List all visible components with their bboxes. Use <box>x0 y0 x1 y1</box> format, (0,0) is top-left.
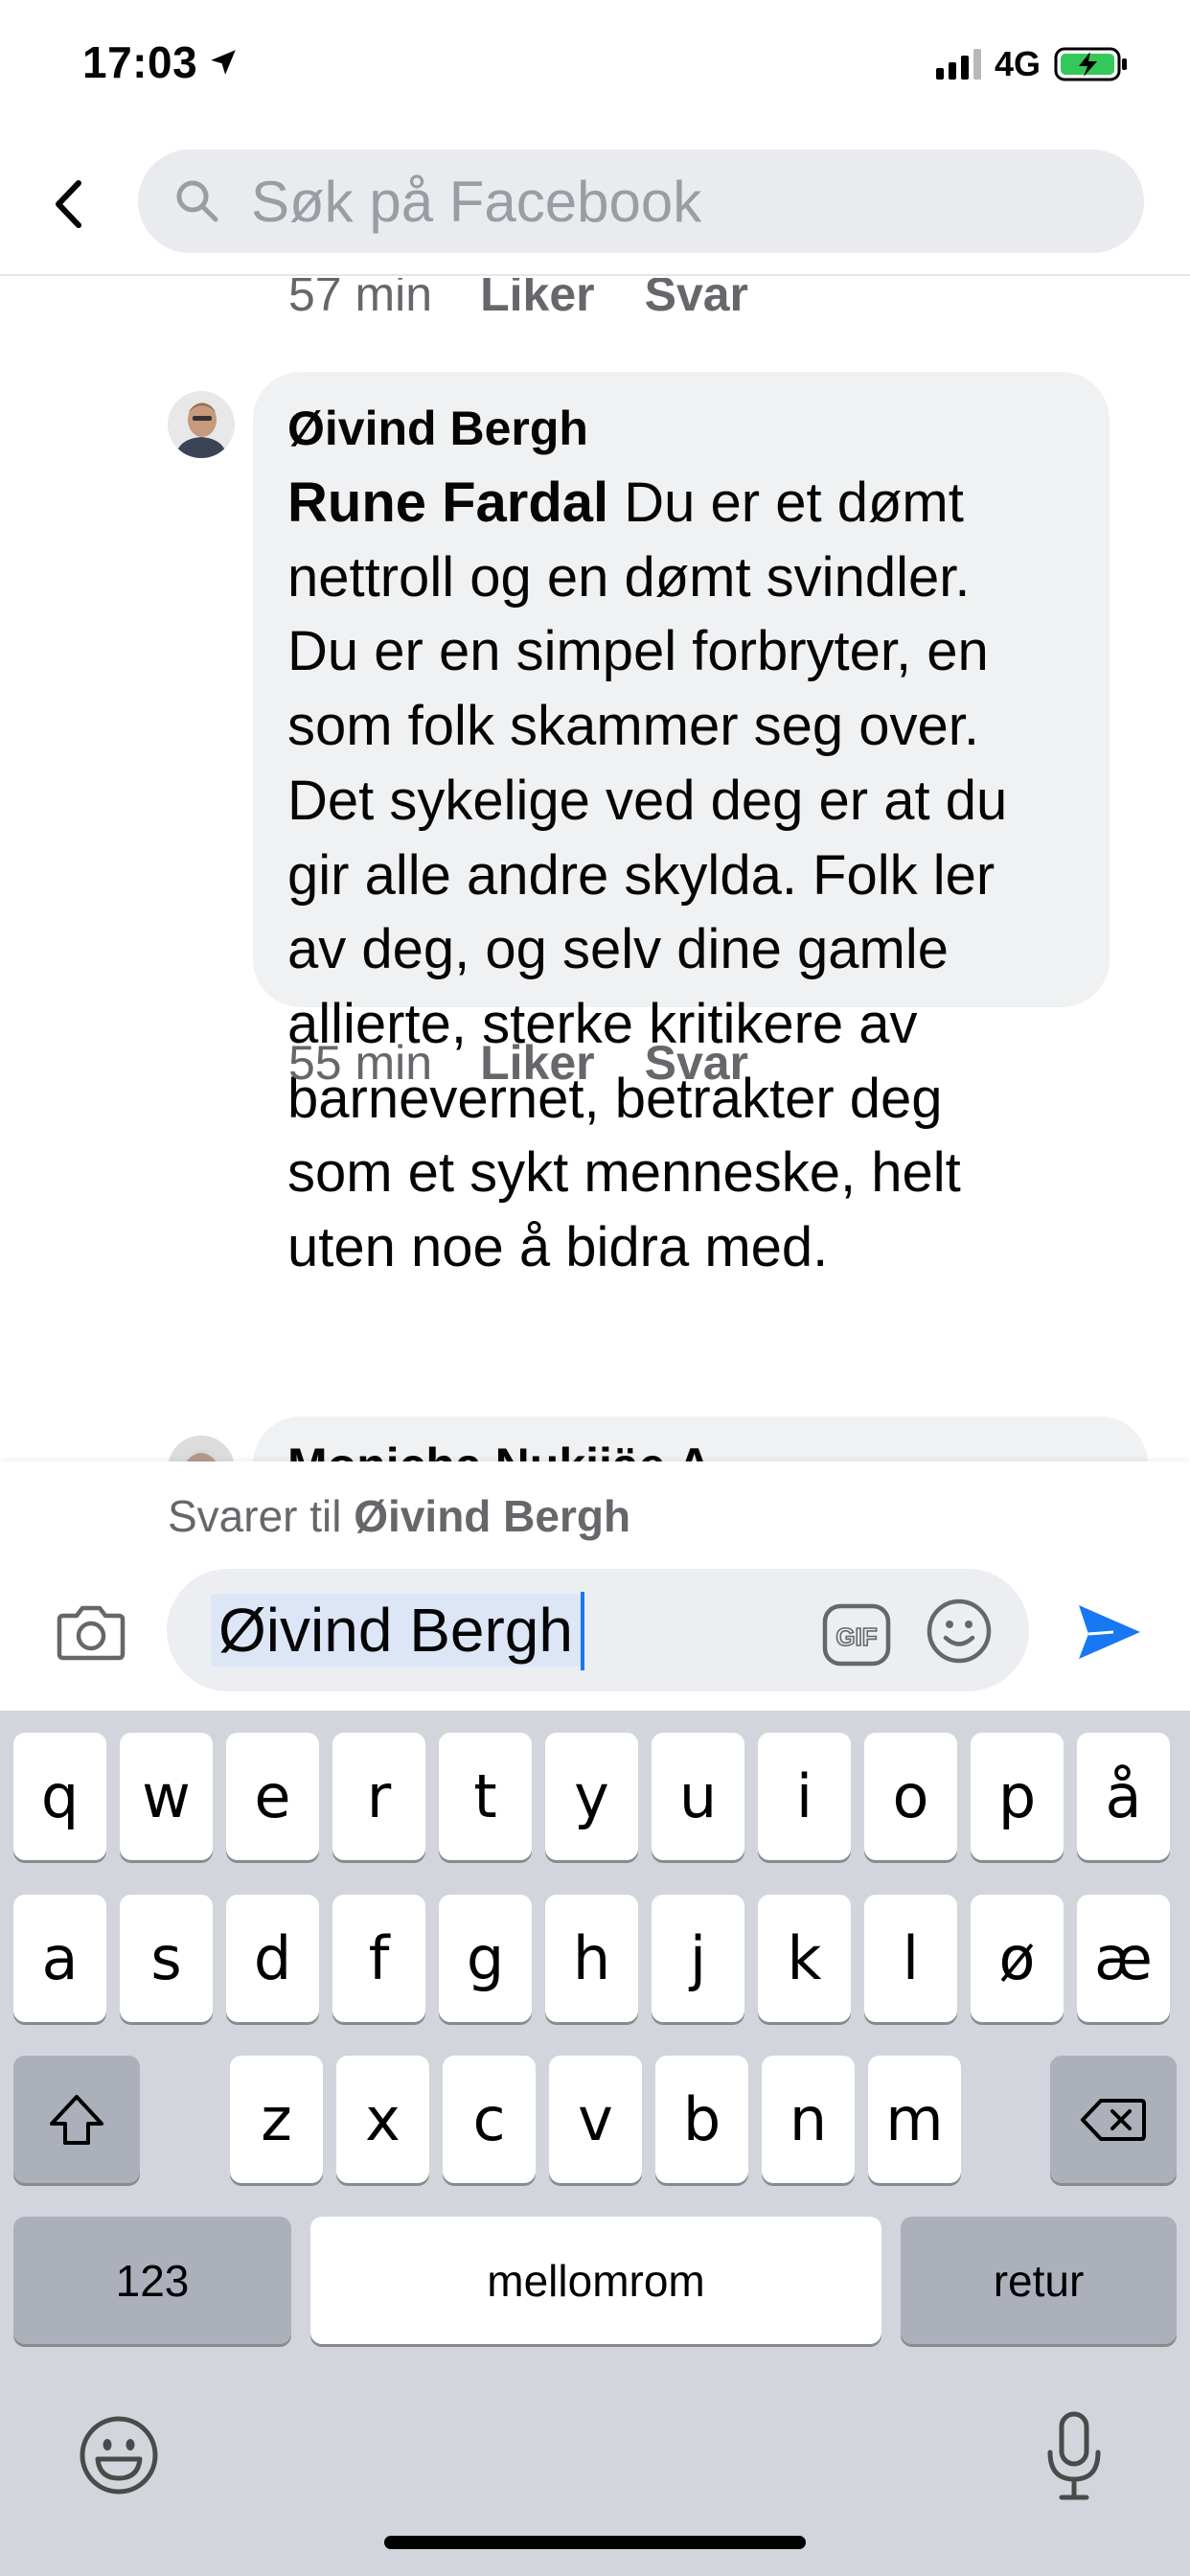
home-indicator[interactable] <box>384 2536 806 2549</box>
emoji-keyboard-icon[interactable] <box>79 2415 159 2496</box>
key-x[interactable]: x <box>336 2056 429 2183</box>
status-time: 17:03 <box>82 36 240 88</box>
key-k[interactable]: k <box>758 1895 851 2022</box>
comment-author[interactable]: Monicha Nukiiäe A <box>287 1438 1110 1461</box>
send-icon[interactable] <box>1075 1599 1144 1665</box>
back-button[interactable] <box>46 172 90 236</box>
smiley-icon[interactable] <box>926 1598 993 1665</box>
network-type: 4G <box>994 44 1041 83</box>
keyboard: q w e r t y u i o p å a s d f g h j k l … <box>0 1711 1190 2576</box>
search-header: Søk på Facebook <box>0 134 1190 276</box>
comment-input-value[interactable]: Øivind Bergh <box>211 1594 581 1667</box>
key-v[interactable]: v <box>549 2056 642 2183</box>
signal-strength-icon <box>935 49 981 80</box>
key-o[interactable]: o <box>864 1733 957 1860</box>
reply-hint: Svarer til Øivind Bergh <box>168 1491 631 1541</box>
key-c[interactable]: c <box>443 2056 536 2183</box>
location-arrow-icon <box>211 50 236 75</box>
backspace-key[interactable] <box>1050 2056 1177 2183</box>
key-m[interactable]: m <box>868 2056 961 2183</box>
chevron-left-icon <box>56 180 81 228</box>
comment-time: 57 min <box>288 278 433 321</box>
microphone-icon[interactable] <box>1044 2410 1104 2502</box>
key-ae[interactable]: æ <box>1077 1895 1170 2022</box>
status-time-label: 17:03 <box>82 37 198 87</box>
comment-meta-row: 55 min Liker Svar <box>288 1035 798 1091</box>
search-placeholder: Søk på Facebook <box>251 169 702 234</box>
key-h[interactable]: h <box>545 1895 638 2022</box>
camera-icon[interactable] <box>56 1600 126 1662</box>
status-bar: 17:03 4G <box>0 0 1190 134</box>
key-u[interactable]: u <box>652 1733 744 1860</box>
reply-target: Øivind Bergh <box>354 1491 631 1541</box>
like-button[interactable]: Liker <box>480 278 595 322</box>
key-e[interactable]: e <box>226 1733 319 1860</box>
comment-bubble[interactable]: Øivind Bergh Rune Fardal Du er et dømt ne… <box>253 372 1110 1278</box>
key-b[interactable]: b <box>655 2056 748 2183</box>
comment-time: 55 min <box>288 1036 433 1090</box>
text-caret <box>581 1592 584 1670</box>
status-indicators: 4G <box>935 44 1129 84</box>
comment-input[interactable]: Øivind Bergh GIF <box>167 1569 1029 1691</box>
key-a[interactable]: a <box>13 1895 106 2022</box>
reply-button[interactable]: Svar <box>645 1035 748 1091</box>
avatar-image <box>168 391 235 458</box>
battery-charging-icon <box>1054 47 1127 81</box>
gif-icon[interactable]: GIF <box>822 1603 891 1667</box>
key-n[interactable]: n <box>762 2056 855 2183</box>
key-y[interactable]: y <box>545 1733 638 1860</box>
comment-bubble[interactable]: Monicha Nukiiäe A <box>253 1416 1148 1461</box>
key-d[interactable]: d <box>226 1895 319 2022</box>
comment-author[interactable]: Øivind Bergh <box>287 401 1071 456</box>
avatar[interactable] <box>168 1436 235 1461</box>
key-g[interactable]: g <box>439 1895 532 2022</box>
comment-text: Rune Fardal Du er et dømt nettroll og en … <box>287 472 1008 1279</box>
shift-icon <box>50 2094 103 2145</box>
return-key[interactable]: retur <box>901 2217 1177 2344</box>
key-j[interactable]: j <box>652 1895 744 2022</box>
reply-composer: Svarer til Øivind Bergh Øivind Bergh GIF <box>0 1461 1190 1711</box>
comment-feed[interactable]: 57 min Liker Svar Øivind Bergh Rune Fard… <box>0 278 1190 1461</box>
reply-button[interactable]: Svar <box>645 278 748 322</box>
mention-link[interactable]: Rune Fardal <box>287 472 608 534</box>
avatar[interactable] <box>168 391 235 458</box>
comment-meta-row: 57 min Liker Svar <box>288 278 798 322</box>
search-icon <box>176 180 218 222</box>
space-key[interactable]: mellomrom <box>310 2217 881 2344</box>
like-button[interactable]: Liker <box>480 1035 595 1091</box>
search-input[interactable]: Søk på Facebook <box>138 150 1144 253</box>
shift-key[interactable] <box>13 2056 140 2183</box>
key-z[interactable]: z <box>230 2056 323 2183</box>
key-f[interactable]: f <box>332 1895 425 2022</box>
key-p[interactable]: p <box>971 1733 1064 1860</box>
key-l[interactable]: l <box>864 1895 957 2022</box>
backspace-icon <box>1081 2098 1146 2141</box>
key-w[interactable]: w <box>120 1733 213 1860</box>
key-t[interactable]: t <box>439 1733 532 1860</box>
svg-text:GIF: GIF <box>835 1622 877 1651</box>
numbers-key[interactable]: 123 <box>13 2217 291 2344</box>
key-oe[interactable]: ø <box>971 1895 1064 2022</box>
key-i[interactable]: i <box>758 1733 851 1860</box>
key-s[interactable]: s <box>120 1895 213 2022</box>
key-aa[interactable]: å <box>1077 1733 1170 1860</box>
avatar-image <box>168 1436 235 1461</box>
key-q[interactable]: q <box>13 1733 106 1860</box>
key-r[interactable]: r <box>332 1733 425 1860</box>
